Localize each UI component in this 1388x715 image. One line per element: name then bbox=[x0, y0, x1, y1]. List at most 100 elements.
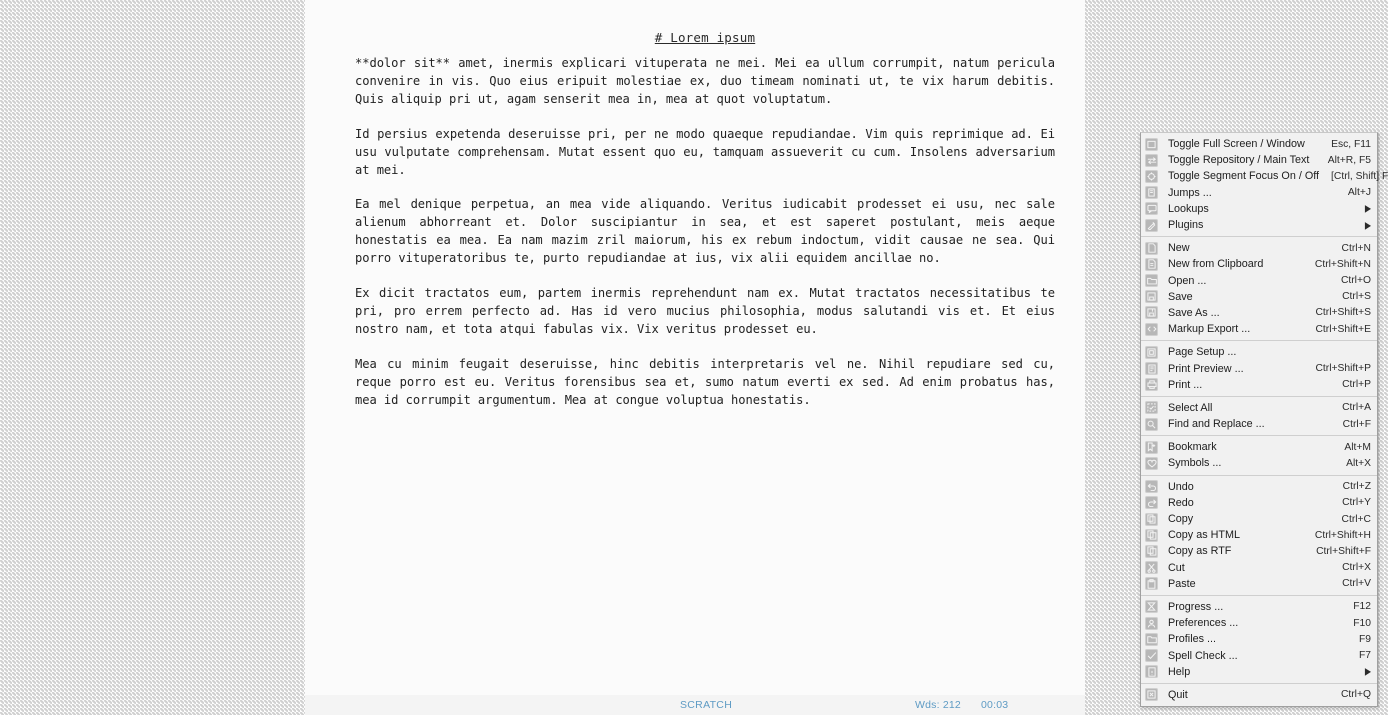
menu-item-label: New bbox=[1168, 242, 1190, 255]
menu-item-spell-check[interactable]: Spell Check ... F7 bbox=[1141, 647, 1377, 663]
swap-arrows-icon bbox=[1145, 153, 1158, 167]
menu-item-copy-as-rtf[interactable]: Copy as RTF Ctrl+Shift+F bbox=[1141, 543, 1377, 559]
menu-item-symbols[interactable]: Symbols ... Alt+X bbox=[1141, 455, 1377, 471]
menu-item-markup-export[interactable]: Markup Export ... Ctrl+Shift+E bbox=[1141, 321, 1377, 337]
bookmark-icon bbox=[1145, 440, 1158, 454]
menu-item-shortcut: Ctrl+A bbox=[1342, 402, 1371, 414]
chevron-right-icon: ▶ bbox=[1364, 219, 1371, 231]
menu-item-label: Profiles ... bbox=[1168, 633, 1217, 646]
menu-item-label: Symbols ... bbox=[1168, 457, 1222, 470]
page-title: # Lorem ipsum bbox=[654, 30, 756, 45]
menu-item-label: Help bbox=[1168, 665, 1191, 678]
status-scratch-label[interactable]: SCRATCH bbox=[680, 699, 732, 711]
menu-item-paste[interactable]: Paste Ctrl+V bbox=[1141, 576, 1377, 592]
copy-icon bbox=[1145, 512, 1158, 526]
menu-item-label: Cut bbox=[1168, 561, 1185, 574]
menu-item-label: Markup Export ... bbox=[1168, 323, 1251, 336]
document-paragraph: **dolor sit** amet, inermis explicari vi… bbox=[355, 56, 1063, 106]
menu-item-undo[interactable]: Undo Ctrl+Z bbox=[1141, 479, 1377, 495]
menu-separator bbox=[1141, 474, 1377, 476]
menu-item-print-preview[interactable]: Print Preview ... Ctrl+Shift+P bbox=[1141, 360, 1377, 376]
menu-item-copy-as-html[interactable]: Copy as HTML Ctrl+Shift+H bbox=[1141, 527, 1377, 543]
menu-item-save[interactable]: Save Ctrl+S bbox=[1141, 289, 1377, 305]
copy-rtf-icon bbox=[1145, 544, 1158, 558]
menu-item-shortcut: Ctrl+C bbox=[1341, 513, 1371, 525]
menu-item-label: Bookmark bbox=[1168, 441, 1217, 454]
save-icon bbox=[1145, 290, 1158, 304]
menu-item-cut[interactable]: Cut Ctrl+X bbox=[1141, 560, 1377, 576]
menu-item-shortcut: Ctrl+F bbox=[1342, 418, 1371, 430]
save-as-icon bbox=[1145, 306, 1158, 320]
menu-separator bbox=[1141, 594, 1377, 596]
jump-icon bbox=[1145, 186, 1158, 200]
menu-item-lookups[interactable]: Lookups ▶ bbox=[1141, 201, 1377, 217]
menu-item-new-from-clipboard[interactable]: New from Clipboard Ctrl+Shift+N bbox=[1141, 256, 1377, 272]
focus-icon bbox=[1145, 169, 1158, 183]
redo-icon bbox=[1145, 496, 1158, 510]
document-text-area[interactable]: # Lorem ipsum **dolor sit** amet, inermi… bbox=[355, 30, 1055, 427]
search-icon bbox=[1145, 417, 1158, 431]
menu-item-label: Copy bbox=[1168, 513, 1194, 526]
menu-item-plugins[interactable]: Plugins ▶ bbox=[1141, 217, 1377, 233]
menu-item-label: Preferences ... bbox=[1168, 617, 1239, 630]
menu-separator bbox=[1141, 395, 1377, 397]
menu-item-find-and-replace[interactable]: Find and Replace ... Ctrl+F bbox=[1141, 416, 1377, 432]
select-all-icon bbox=[1145, 401, 1158, 415]
menu-item-progress[interactable]: Progress ... F12 bbox=[1141, 599, 1377, 615]
menu-item-bookmark[interactable]: Bookmark Alt+M bbox=[1141, 439, 1377, 455]
spellcheck-icon bbox=[1145, 649, 1158, 663]
menu-item-label: Spell Check ... bbox=[1168, 649, 1238, 662]
menu-item-shortcut: Alt+M bbox=[1344, 441, 1371, 453]
menu-item-shortcut: F10 bbox=[1353, 617, 1371, 629]
menu-item-label: Save As ... bbox=[1168, 306, 1220, 319]
document-body[interactable]: **dolor sit** amet, inermis explicari vi… bbox=[355, 55, 1055, 410]
menu-item-redo[interactable]: Redo Ctrl+Y bbox=[1141, 495, 1377, 511]
menu-item-shortcut: Ctrl+P bbox=[1342, 379, 1371, 391]
menu-item-print[interactable]: Print ... Ctrl+P bbox=[1141, 377, 1377, 393]
copy-html-icon bbox=[1145, 528, 1158, 542]
menu-item-jumps[interactable]: Jumps ... Alt+J bbox=[1141, 185, 1377, 201]
menu-item-toggle-segment-focus-on-off[interactable]: Toggle Segment Focus On / Off [Ctrl, Shif… bbox=[1141, 168, 1388, 184]
menu-item-shortcut: Ctrl+N bbox=[1341, 242, 1371, 254]
menu-item-label: Toggle Repository / Main Text bbox=[1168, 154, 1310, 167]
menu-item-copy[interactable]: Copy Ctrl+C bbox=[1141, 511, 1377, 527]
document-page[interactable]: # Lorem ipsum **dolor sit** amet, inermi… bbox=[305, 0, 1085, 715]
menu-separator bbox=[1141, 435, 1377, 437]
menu-item-toggle-repository-main-text[interactable]: Toggle Repository / Main Text Alt+R, F5 bbox=[1141, 152, 1377, 168]
menu-item-toggle-full-screen-window[interactable]: Toggle Full Screen / Window Esc, F11 bbox=[1141, 136, 1377, 152]
menu-item-shortcut: Alt+R, F5 bbox=[1327, 154, 1371, 166]
menu-item-label: Page Setup ... bbox=[1168, 346, 1237, 359]
menu-item-page-setup[interactable]: Page Setup ... bbox=[1141, 344, 1377, 360]
menu-item-save-as[interactable]: Save As ... Ctrl+Shift+S bbox=[1141, 305, 1377, 321]
symbols-icon bbox=[1145, 456, 1158, 470]
menu-item-label: New from Clipboard bbox=[1168, 258, 1264, 271]
menu-item-label: Copy as RTF bbox=[1168, 545, 1232, 558]
menu-item-help[interactable]: Help ▶ bbox=[1141, 664, 1377, 680]
menu-item-profiles[interactable]: Profiles ... F9 bbox=[1141, 631, 1377, 647]
menu-item-label: Plugins bbox=[1168, 219, 1204, 232]
profiles-icon bbox=[1145, 632, 1158, 646]
context-menu[interactable]: Toggle Full Screen / Window Esc, F11 Toggl… bbox=[1140, 132, 1388, 707]
menu-item-label: Toggle Full Screen / Window bbox=[1168, 138, 1305, 151]
menu-item-quit[interactable]: Quit Ctrl+Q bbox=[1141, 687, 1377, 703]
help-icon bbox=[1145, 665, 1158, 679]
menu-item-shortcut: Esc, F11 bbox=[1331, 138, 1371, 150]
menu-item-shortcut: Ctrl+Y bbox=[1342, 497, 1371, 509]
menu-item-shortcut: Ctrl+O bbox=[1340, 275, 1371, 287]
menu-item-label: Quit bbox=[1168, 688, 1188, 701]
folder-open-icon bbox=[1145, 274, 1158, 288]
preferences-icon bbox=[1145, 616, 1158, 630]
menu-item-shortcut: Ctrl+Z bbox=[1342, 481, 1371, 493]
progress-icon bbox=[1145, 600, 1158, 614]
menu-item-new[interactable]: New Ctrl+N bbox=[1141, 240, 1377, 256]
menu-item-select-all[interactable]: Select All Ctrl+A bbox=[1141, 400, 1377, 416]
document-paragraph: Ex dicit tractatos eum, partem inermis r… bbox=[355, 286, 1063, 336]
menu-item-shortcut: F9 bbox=[1358, 633, 1371, 645]
menu-item-preferences[interactable]: Preferences ... F10 bbox=[1141, 615, 1377, 631]
menu-item-shortcut: Ctrl+Shift+E bbox=[1315, 323, 1371, 335]
menu-item-label: Lookups bbox=[1168, 202, 1209, 215]
document-paragraph: Mea cu minim feugait deseruisse, hinc de… bbox=[355, 356, 1063, 407]
menu-item-shortcut: Ctrl+Shift+H bbox=[1314, 529, 1371, 541]
menu-item-open[interactable]: Open ... Ctrl+O bbox=[1141, 273, 1377, 289]
menu-item-label: Print ... bbox=[1168, 378, 1203, 391]
